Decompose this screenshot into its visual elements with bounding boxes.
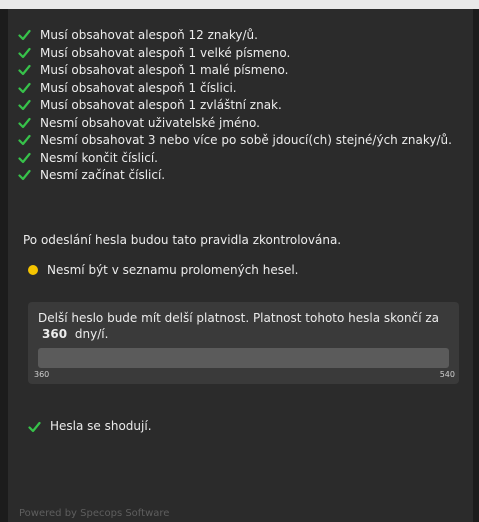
rule-text: Musí obsahovat alespoň 1 malé písmeno.	[40, 63, 289, 77]
password-match: Hesla se shodují.	[28, 418, 152, 434]
validity-progress-bar	[38, 348, 449, 368]
rule-item: Musí obsahovat alespoň 1 číslici.	[18, 80, 468, 96]
rule-text: Musí obsahovat alespoň 1 zvláštní znak.	[40, 98, 282, 112]
rule-item: Nesmí začínat číslicí.	[18, 167, 468, 183]
rule-item: Nesmí obsahovat uživatelské jméno.	[18, 115, 468, 131]
check-icon	[18, 117, 31, 129]
rule-text: Nesmí končit číslicí.	[40, 150, 158, 165]
password-match-text: Hesla se shodují.	[50, 419, 152, 433]
top-strip	[0, 0, 479, 9]
breached-rule-text: Nesmí být v seznamu prolomených hesel.	[47, 263, 299, 277]
check-icon	[18, 29, 31, 41]
check-icon	[18, 134, 31, 146]
check-icon	[18, 99, 31, 111]
check-icon	[18, 64, 31, 76]
rule-text: Nesmí začínat číslicí.	[40, 168, 166, 182]
check-icon	[28, 421, 41, 433]
rule-item: Nesmí obsahovat 3 nebo více po sobě jdou…	[18, 132, 468, 148]
validity-text-before: Delší heslo bude mít delší platnost. Pla…	[38, 311, 440, 325]
breached-rule: Nesmí být v seznamu prolomených hesel.	[28, 262, 298, 278]
info-text: Po odeslání hesla budou tato pravidla zk…	[23, 233, 342, 247]
footer-powered-by: Powered by Specops Software	[19, 508, 170, 519]
rule-text: Musí obsahovat alespoň 1 číslici.	[40, 80, 237, 95]
rule-text: Musí obsahovat alespoň 1 velké písmeno.	[40, 45, 291, 60]
rule-text: Nesmí obsahovat 3 nebo více po sobě jdou…	[40, 133, 452, 147]
rule-text: Musí obsahovat alespoň 12 znaky/ů.	[40, 28, 258, 42]
validity-text-after: dny/í.	[74, 327, 109, 341]
check-icon	[18, 82, 31, 94]
rule-item: Musí obsahovat alespoň 1 velké písmeno.	[18, 45, 468, 61]
rule-text: Nesmí obsahovat uživatelské jméno.	[40, 115, 260, 130]
validity-days: 360	[42, 327, 68, 341]
rules-list: Musí obsahovat alespoň 12 znaky/ů. Musí o…	[18, 27, 468, 185]
rule-item: Musí obsahovat alespoň 1 malé písmeno.	[18, 62, 468, 78]
rule-item: Musí obsahovat alespoň 12 znaky/ů.	[18, 27, 468, 43]
validity-max-label: 540	[439, 370, 455, 379]
validity-min-label: 360	[34, 370, 50, 379]
validity-text: Delší heslo bude mít delší platnost. Pla…	[38, 310, 443, 342]
check-icon	[18, 152, 31, 164]
rule-item: Nesmí končit číslicí.	[18, 150, 468, 166]
check-icon	[18, 47, 31, 59]
pending-dot-icon	[28, 265, 38, 275]
rule-item: Musí obsahovat alespoň 1 zvláštní znak.	[18, 97, 468, 113]
validity-box: Delší heslo bude mít delší platnost. Pla…	[28, 302, 459, 384]
check-icon	[18, 169, 31, 181]
